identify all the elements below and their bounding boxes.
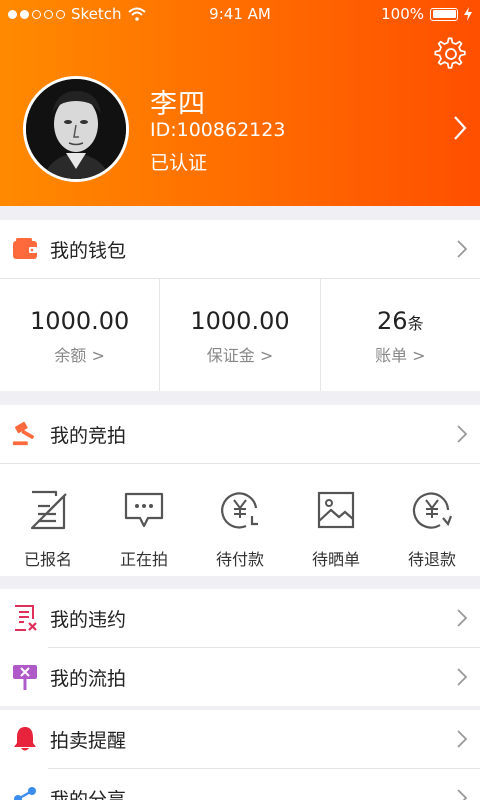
profile-chevron-icon[interactable] — [452, 114, 468, 142]
grid-bidding[interactable]: 正在拍 — [96, 464, 192, 576]
bills-value: 26条 — [377, 307, 424, 335]
grid-label: 待晒单 — [311, 550, 360, 569]
yen-clock-icon — [221, 492, 258, 529]
deposit-label: 保证金 > — [206, 346, 274, 365]
avatar-portrait — [26, 79, 126, 179]
share-icon — [12, 785, 38, 800]
chevron-right-icon — [457, 425, 468, 443]
balance-label: 余额 > — [54, 346, 105, 365]
profile-name: 李四 — [150, 89, 206, 120]
chevron-right-icon — [457, 240, 468, 258]
records-section: 我的违约 我的流拍 — [0, 589, 480, 706]
violation-title: 我的违约 — [50, 608, 127, 631]
grid-registered[interactable]: 已报名 — [0, 464, 96, 576]
bell-icon — [12, 726, 38, 752]
battery-icon — [430, 7, 458, 21]
balance-value: 1000.00 — [30, 307, 130, 335]
grid-pending-review[interactable]: 待晒单 — [288, 464, 384, 576]
wallet-title: 我的钱包 — [50, 239, 127, 262]
unsold-sign-icon — [12, 664, 38, 690]
profile-header: Sketch 9:41 AM 100% 李四 ID:100862123 已认证 — [0, 0, 480, 206]
grid-label: 待付款 — [215, 550, 264, 569]
grid-label: 正在拍 — [119, 550, 168, 569]
status-right: 100% — [381, 5, 472, 23]
chevron-right-icon — [457, 789, 468, 800]
chat-icon — [124, 492, 164, 528]
charging-icon — [464, 7, 472, 21]
chevron-right-icon — [457, 730, 468, 748]
unsold-row[interactable]: 我的流拍 — [0, 648, 480, 706]
wallet-section: 我的钱包 1000.00 余额 > 1000.00 保证金 > 26条 账单 > — [0, 220, 480, 391]
grid-label: 已报名 — [23, 550, 72, 569]
gavel-icon — [12, 421, 38, 447]
screen: Sketch 9:41 AM 100% 李四 ID:100862123 已认证 … — [0, 0, 480, 800]
share-title: 我的分享 — [50, 788, 127, 800]
form-icon — [30, 490, 67, 530]
image-icon — [317, 491, 355, 529]
violation-row[interactable]: 我的违约 — [0, 589, 480, 647]
auction-title: 我的竞拍 — [50, 424, 127, 447]
status-bar: Sketch 9:41 AM 100% — [0, 0, 480, 28]
bills-label: 账单 > — [375, 346, 426, 365]
auction-section: 我的竞拍 已报名 正在拍 待付款 待晒单 待退款 — [0, 405, 480, 576]
bills-stat[interactable]: 26条 账单 > — [319, 279, 480, 391]
reminder-row[interactable]: 拍卖提醒 — [0, 710, 480, 768]
grid-pending-payment[interactable]: 待付款 — [192, 464, 288, 576]
auction-row[interactable]: 我的竞拍 — [0, 405, 480, 463]
grid-label: 待退款 — [407, 550, 456, 569]
avatar[interactable] — [23, 76, 129, 182]
wallet-row[interactable]: 我的钱包 — [0, 220, 480, 278]
chevron-right-icon — [457, 668, 468, 686]
battery-percent: 100% — [381, 5, 424, 23]
balance-stat[interactable]: 1000.00 余额 > — [0, 279, 159, 391]
reminder-title: 拍卖提醒 — [50, 729, 127, 752]
settings-gear-icon[interactable] — [434, 37, 468, 71]
profile-id: ID:100862123 — [150, 119, 286, 141]
share-row[interactable]: 我的分享 — [0, 769, 480, 800]
wallet-stats: 1000.00 余额 > 1000.00 保证金 > 26条 账单 > — [0, 278, 480, 391]
yen-refund-icon — [412, 492, 453, 529]
unsold-title: 我的流拍 — [50, 667, 127, 690]
violation-document-icon — [12, 605, 38, 631]
misc-section: 拍卖提醒 我的分享 — [0, 710, 480, 800]
verification-status: 已认证 — [150, 152, 208, 174]
auction-status-grid: 已报名 正在拍 待付款 待晒单 待退款 — [0, 463, 480, 576]
deposit-value: 1000.00 — [190, 307, 290, 335]
grid-pending-refund[interactable]: 待退款 — [384, 464, 480, 576]
chevron-right-icon — [457, 609, 468, 627]
deposit-stat[interactable]: 1000.00 保证金 > — [159, 279, 319, 391]
wallet-icon — [12, 236, 38, 262]
